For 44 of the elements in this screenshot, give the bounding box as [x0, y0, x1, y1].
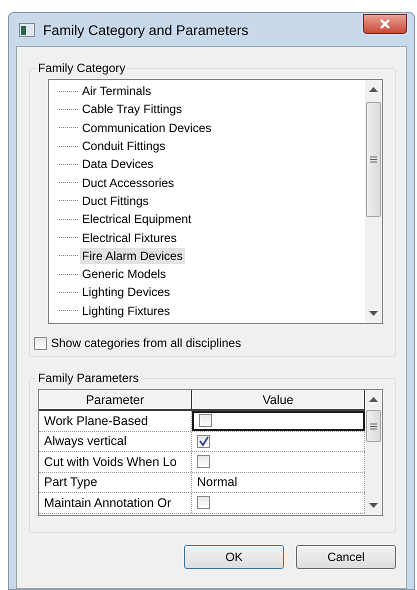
app-icon: [19, 22, 35, 36]
checkbox[interactable]: [197, 455, 210, 468]
value-text: Normal: [197, 475, 238, 490]
table-cell: Part Type: [39, 472, 192, 492]
category-item[interactable]: Duct Accessories: [80, 174, 176, 191]
category-item[interactable]: Electrical Fixtures: [80, 230, 179, 246]
window-title: Family Category and Parameters: [43, 22, 250, 38]
value-cell[interactable]: [192, 411, 365, 430]
close-icon: [379, 18, 391, 28]
checkbox[interactable]: [197, 496, 210, 510]
scroll-thumb[interactable]: [366, 102, 381, 217]
scrollbar[interactable]: [365, 80, 382, 323]
category-item[interactable]: Duct Fittings: [80, 192, 151, 209]
table-cell: Cut with Voids When Lo: [39, 452, 192, 472]
scroll-up-icon[interactable]: [369, 396, 378, 402]
scrollbar[interactable]: [365, 390, 382, 515]
column-header[interactable]: Value: [192, 390, 365, 411]
checkbox-label: Show categories from all disciplines: [51, 336, 242, 350]
table-cell: Always vertical: [39, 432, 192, 451]
category-item[interactable]: Data Devices: [80, 156, 156, 172]
category-item[interactable]: Communication Devices: [80, 120, 214, 136]
category-item[interactable]: Fire Alarm Devices: [80, 248, 185, 264]
close-button[interactable]: [363, 14, 407, 34]
scroll-up-icon[interactable]: [369, 86, 378, 92]
category-item[interactable]: Lighting Fixtures: [80, 302, 172, 319]
category-item[interactable]: Electrical Equipment: [80, 211, 194, 228]
ok-button[interactable]: OK: [184, 545, 284, 569]
category-item[interactable]: Cable Tray Fittings: [80, 101, 184, 118]
scroll-thumb[interactable]: [366, 410, 381, 442]
group-title: Family Parameters: [37, 371, 140, 385]
category-item[interactable]: Lighting Devices: [80, 284, 172, 300]
category-item[interactable]: Generic Models: [80, 266, 168, 282]
checkbox[interactable]: [34, 336, 47, 350]
group-title: Family Category: [37, 61, 126, 75]
checkbox[interactable]: [199, 414, 212, 428]
scroll-down-icon[interactable]: [369, 311, 378, 317]
table-cell: Work Plane-Based: [39, 411, 192, 430]
category-item[interactable]: Air Terminals: [80, 83, 154, 100]
scroll-down-icon[interactable]: [369, 503, 378, 509]
table-cell: Maintain Annotation Or: [39, 493, 192, 512]
checkbox[interactable]: [197, 434, 210, 448]
column-header[interactable]: Parameter: [39, 390, 192, 411]
cancel-button[interactable]: Cancel: [296, 545, 396, 569]
category-item[interactable]: Conduit Fittings: [80, 138, 168, 154]
